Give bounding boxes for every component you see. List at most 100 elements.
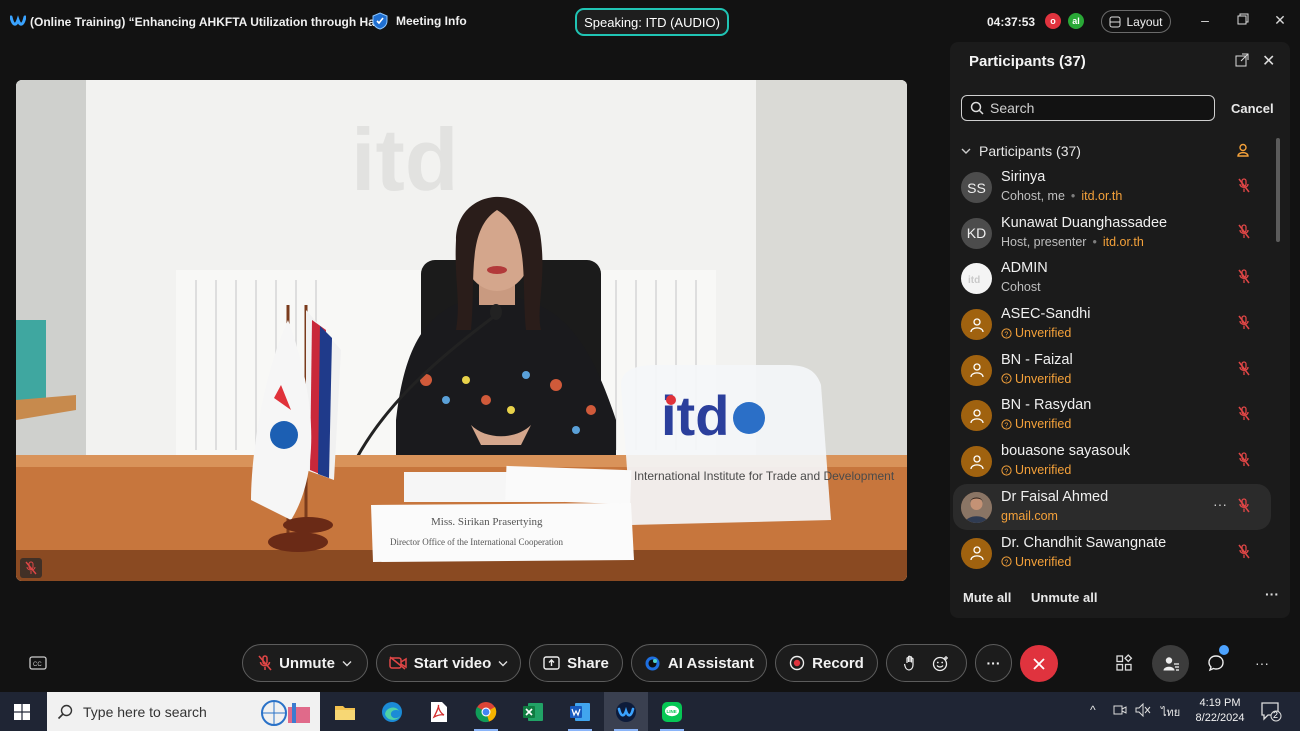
edge-taskbar-icon[interactable]	[370, 692, 414, 731]
layout-icon	[1109, 16, 1121, 27]
mic-muted-icon[interactable]	[1238, 361, 1250, 376]
itd-avatar-icon: itd	[968, 275, 980, 286]
raise-hand-icon[interactable]	[904, 655, 918, 671]
guest-avatar	[961, 537, 992, 569]
webex-logo-icon	[10, 15, 26, 26]
excel-taskbar-icon[interactable]	[511, 692, 555, 731]
emoji-reaction-icon[interactable]	[932, 655, 949, 672]
separator-dot-icon: •	[1092, 234, 1097, 249]
guest-avatar	[961, 400, 992, 432]
participant-name: bouasone sayasouk	[1001, 443, 1130, 460]
participants-toggle-button[interactable]	[1152, 645, 1189, 682]
cancel-search-button[interactable]: Cancel	[1231, 101, 1274, 116]
mic-muted-icon	[25, 561, 37, 575]
unmute-all-button[interactable]: Unmute all	[1031, 590, 1097, 605]
more-controls-button[interactable]: ···	[975, 644, 1012, 682]
participant-details: Cohost	[1001, 280, 1041, 294]
webex-taskbar-icon[interactable]	[604, 692, 648, 731]
close-panel-icon[interactable]: ✕	[1262, 51, 1275, 71]
search-input[interactable]	[990, 100, 1190, 116]
end-meeting-button[interactable]	[1020, 645, 1058, 682]
more-icon[interactable]: ···	[1251, 652, 1273, 674]
chat-button[interactable]	[1205, 645, 1229, 674]
notification-center-icon[interactable]: 2	[1260, 700, 1282, 725]
participant-row[interactable]: bouasone sayasouk ? Unverified	[953, 438, 1271, 484]
apps-button[interactable]	[1113, 652, 1135, 674]
language-indicator[interactable]: ไทย	[1161, 703, 1180, 721]
share-button[interactable]: Share	[529, 644, 623, 682]
mic-muted-icon[interactable]	[1238, 269, 1250, 284]
participants-section-toggle[interactable]: Participants (37)	[961, 143, 1081, 159]
chevron-down-icon[interactable]	[498, 660, 508, 667]
participant-name: ADMIN	[1001, 260, 1048, 277]
taskbar-search[interactable]: Type here to search	[47, 692, 320, 731]
record-button[interactable]: Record	[775, 644, 878, 682]
mic-muted-icon[interactable]	[1238, 224, 1250, 239]
start-video-button[interactable]: Start video	[376, 644, 521, 682]
start-button[interactable]	[0, 692, 44, 731]
mic-muted-icon[interactable]	[1238, 452, 1250, 467]
chat-icon	[1208, 655, 1224, 672]
chevron-down-icon[interactable]	[342, 660, 352, 667]
mute-all-button[interactable]: Mute all	[963, 590, 1011, 605]
meeting-info-button[interactable]: Meeting Info	[372, 12, 467, 30]
mic-muted-icon[interactable]	[1238, 498, 1250, 513]
taskbar-search-placeholder: Type here to search	[83, 703, 207, 720]
desk-sign-text: International Institute for Trade and De…	[634, 469, 895, 483]
more-options-icon[interactable]: ···	[1213, 496, 1227, 512]
layout-button[interactable]: Layout	[1101, 10, 1171, 33]
clock-date: 8/22/2024	[1195, 712, 1245, 724]
participant-role: Cohost, me	[1001, 189, 1065, 203]
word-taskbar-icon[interactable]	[558, 692, 602, 731]
panel-more-icon[interactable]: ···	[1265, 586, 1279, 602]
minimize-icon[interactable]: –	[1198, 13, 1212, 27]
mic-muted-icon[interactable]	[1238, 178, 1250, 193]
unmute-label: Unmute	[279, 654, 335, 672]
tray-chevron-icon[interactable]: ^	[1090, 703, 1096, 717]
participant-row[interactable]: SS Sirinya Cohost, me • itd.or.th	[953, 164, 1271, 210]
record-label: Record	[812, 654, 864, 672]
mic-muted-icon[interactable]	[1238, 315, 1250, 330]
captions-icon[interactable]: CC	[28, 654, 48, 672]
reactions-group	[886, 644, 967, 682]
taskbar-clock[interactable]: 4:19 PM 8/22/2024	[1191, 696, 1249, 726]
restore-icon[interactable]	[1236, 13, 1250, 27]
ai-assistant-label: AI Assistant	[667, 654, 755, 672]
file-explorer-taskbar-icon[interactable]	[323, 692, 367, 731]
close-window-icon[interactable]: ✕	[1273, 13, 1287, 27]
line-taskbar-icon[interactable]: LINE	[650, 692, 694, 731]
popout-icon[interactable]	[1235, 53, 1249, 67]
participant-row[interactable]: itd ADMIN Cohost	[953, 255, 1271, 301]
ai-assistant-icon	[645, 656, 660, 670]
unverified-label: Unverified	[1015, 371, 1072, 386]
panel-scrollbar[interactable]	[1276, 138, 1280, 242]
search-icon	[57, 704, 73, 719]
participant-details: ? Unverified	[1001, 372, 1071, 386]
volume-muted-icon[interactable]	[1135, 702, 1151, 720]
participant-name: Kunawat Duanghassadee	[1001, 214, 1168, 231]
window-title: (Online Training) “Enhancing AHKFTA Util…	[30, 15, 385, 29]
participant-search[interactable]	[961, 95, 1215, 121]
participant-row[interactable]: ASEC-Sandhi ? Unverified	[953, 301, 1271, 347]
guest-person-icon	[969, 454, 984, 469]
participant-row[interactable]: BN - Faizal ? Unverified	[953, 347, 1271, 393]
participant-row[interactable]: KD Kunawat Duanghassadee Host, presenter…	[953, 210, 1271, 256]
mic-muted-icon[interactable]	[1238, 543, 1250, 559]
help-circle-icon: ?	[1001, 465, 1012, 476]
svg-text:?: ?	[1004, 559, 1008, 566]
participant-row[interactable]: Dr Faisal Ahmed gmail.com ···	[953, 483, 1271, 530]
guest-avatar	[961, 309, 992, 341]
help-circle-icon: ?	[1001, 419, 1012, 430]
participant-details: ? Unverified	[1001, 463, 1071, 477]
chevron-down-icon	[961, 148, 971, 154]
unmute-button[interactable]: Unmute	[242, 644, 368, 682]
chrome-taskbar-icon[interactable]	[464, 692, 508, 731]
mic-muted-icon[interactable]	[1238, 406, 1250, 421]
participant-row[interactable]: BN - Rasydan ? Unverified	[953, 392, 1271, 438]
acrobat-taskbar-icon[interactable]	[417, 692, 461, 731]
participant-details: Cohost, me • itd.or.th	[1001, 189, 1122, 203]
meet-now-icon[interactable]	[1113, 703, 1127, 720]
ai-assistant-button[interactable]: AI Assistant	[631, 644, 767, 682]
participant-row[interactable]: Dr. Chandhit Sawangnate ? Unverified	[953, 530, 1271, 576]
unverified-label: Unverified	[1015, 554, 1072, 569]
